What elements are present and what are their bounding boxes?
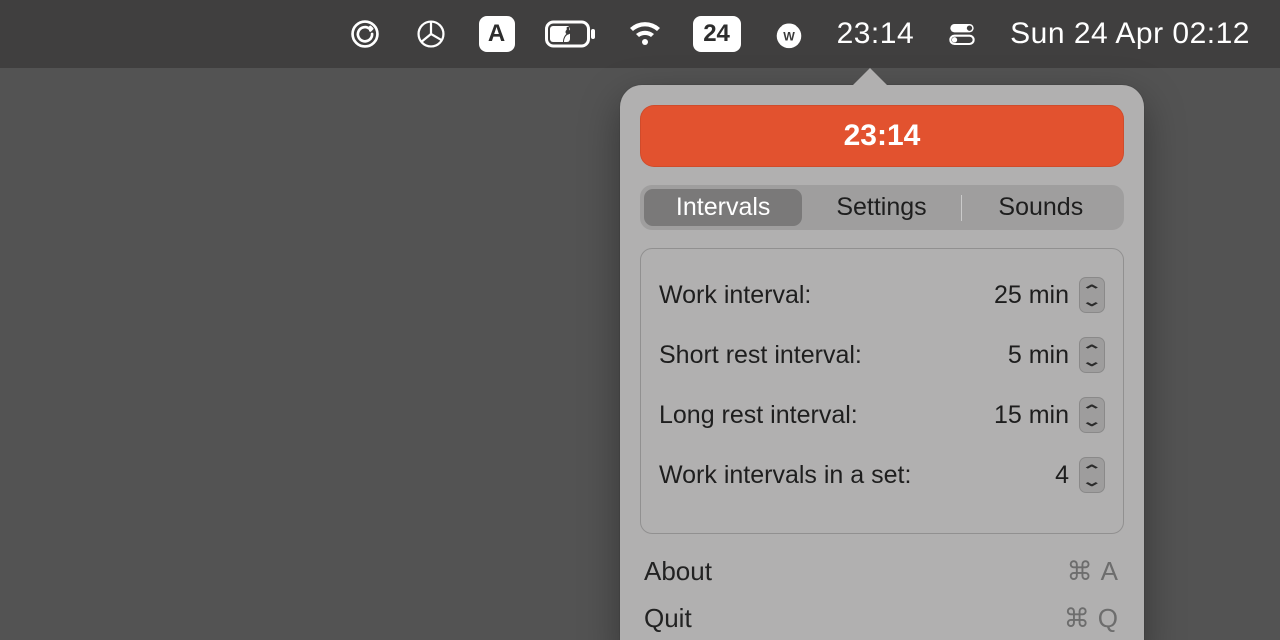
tab-settings[interactable]: Settings [802, 189, 960, 226]
row-long-rest: Long rest interval: 15 min ⌃ ⌄ [659, 385, 1105, 445]
command-icon: ⌘ [1064, 603, 1092, 634]
popover: 23:14 Intervals Settings Sounds Work int… [620, 85, 1144, 640]
popover-footer: About ⌘ A Quit ⌘ Q [640, 548, 1124, 640]
tab-intervals[interactable]: Intervals [644, 189, 802, 226]
about-shortcut: ⌘ A [1067, 556, 1120, 587]
grammarly-icon[interactable] [347, 16, 383, 52]
chevron-down-icon: ⌄ [1081, 296, 1102, 306]
tabs: Intervals Settings Sounds [640, 185, 1124, 230]
tab-sounds[interactable]: Sounds [962, 189, 1120, 226]
control-center-icon[interactable] [944, 16, 980, 52]
menu-quit[interactable]: Quit ⌘ Q [640, 595, 1124, 640]
row-work-interval: Work interval: 25 min ⌃ ⌄ [659, 265, 1105, 325]
short-rest-label: Short rest interval: [659, 341, 979, 370]
intervals-panel: Work interval: 25 min ⌃ ⌄ Short rest int… [640, 248, 1124, 534]
work-interval-label: Work interval: [659, 281, 979, 310]
battery-charging-icon[interactable] [545, 16, 597, 52]
menubar-timer-clock[interactable]: 23:14 [837, 17, 915, 51]
svg-text:W: W [783, 30, 795, 44]
row-intervals-in-set: Work intervals in a set: 4 ⌃ ⌄ [659, 445, 1105, 505]
long-rest-stepper[interactable]: ⌃ ⌄ [1079, 397, 1105, 433]
menu-about[interactable]: About ⌘ A [640, 548, 1124, 595]
work-interval-value: 25 min [979, 281, 1079, 310]
wifi-icon[interactable] [627, 16, 663, 52]
popover-arrow [852, 68, 888, 86]
short-rest-stepper[interactable]: ⌃ ⌄ [1079, 337, 1105, 373]
menubar-datetime[interactable]: Sun 24 Apr 02:12 [1010, 17, 1250, 51]
chevron-down-icon: ⌄ [1081, 356, 1102, 366]
about-label: About [644, 556, 712, 587]
command-icon: ⌘ [1067, 556, 1095, 587]
timer-display[interactable]: 23:14 [640, 105, 1124, 167]
intervals-in-set-label: Work intervals in a set: [659, 461, 979, 490]
work-interval-stepper[interactable]: ⌃ ⌄ [1079, 277, 1105, 313]
menubar: A 24 W 23:14 [0, 0, 1280, 68]
chevron-down-icon: ⌄ [1081, 476, 1102, 486]
calendar-badge[interactable]: 24 [693, 16, 741, 52]
row-short-rest: Short rest interval: 5 min ⌃ ⌄ [659, 325, 1105, 385]
chevron-down-icon: ⌄ [1081, 416, 1102, 426]
pie-icon[interactable] [413, 16, 449, 52]
long-rest-value: 15 min [979, 401, 1079, 430]
long-rest-label: Long rest interval: [659, 401, 979, 430]
intervals-in-set-stepper[interactable]: ⌃ ⌄ [1079, 457, 1105, 493]
quit-shortcut: ⌘ Q [1064, 603, 1120, 634]
short-rest-value: 5 min [979, 341, 1079, 370]
input-source-badge[interactable]: A [479, 16, 515, 52]
intervals-in-set-value: 4 [979, 461, 1079, 490]
quit-label: Quit [644, 603, 692, 634]
about-shortcut-key: A [1101, 556, 1120, 587]
tomato-timer-icon[interactable]: W [771, 16, 807, 52]
quit-shortcut-key: Q [1098, 603, 1120, 634]
